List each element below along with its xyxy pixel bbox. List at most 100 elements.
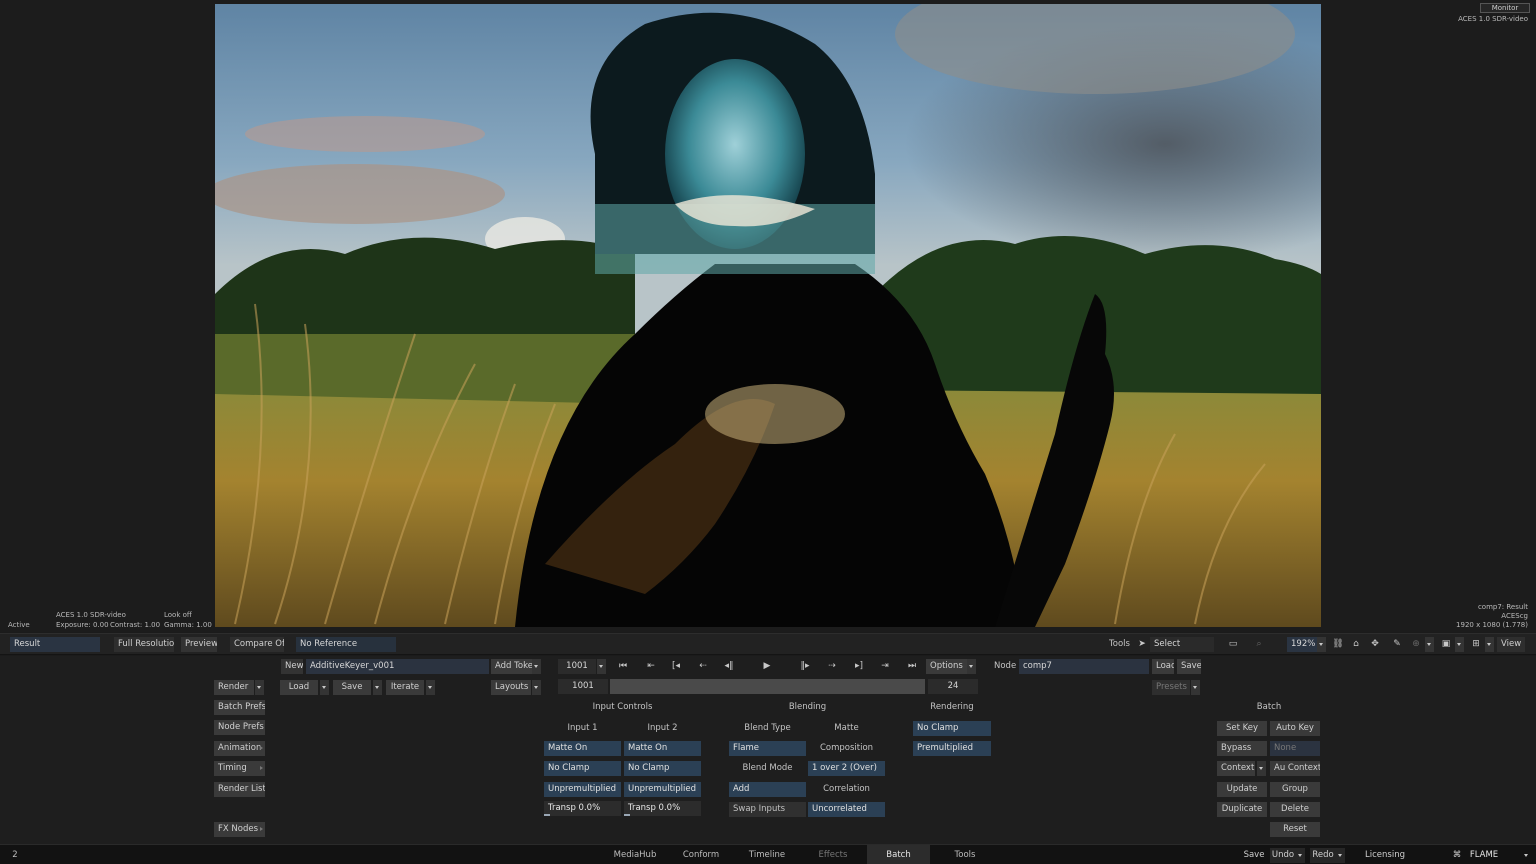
step-forward-icon[interactable]: ‖▸ [796, 659, 814, 674]
input1-clamp-button[interactable]: No Clamp [544, 761, 621, 776]
new-button[interactable]: New [281, 659, 303, 674]
duplicate-button[interactable]: Duplicate [1217, 802, 1267, 817]
mark-out-icon[interactable]: ▸] [850, 659, 868, 674]
mark-in-icon[interactable]: [◂ [667, 659, 685, 674]
render-button[interactable]: Render [214, 680, 254, 695]
display-dropdown[interactable] [1455, 637, 1464, 652]
tab-effects[interactable]: Effects [803, 848, 863, 863]
compare-button[interactable]: Compare Off [230, 637, 284, 652]
full-resolution-button[interactable]: Full Resolution [114, 637, 174, 652]
composite-image[interactable] [215, 4, 1321, 627]
timeline-scrubber[interactable] [610, 679, 925, 694]
reset-button[interactable]: Reset [1270, 822, 1320, 837]
input1-matte-button[interactable]: Matte On [544, 741, 621, 756]
tab-batch[interactable]: Batch [867, 845, 930, 864]
redo-button[interactable]: Redo [1310, 848, 1336, 863]
link-icon[interactable]: ⛓ [1331, 637, 1345, 652]
render-dropdown[interactable] [255, 680, 264, 695]
result-field[interactable]: Result [10, 637, 100, 652]
frame-field[interactable]: 1001 [558, 659, 596, 674]
redo-dropdown[interactable] [1336, 848, 1345, 863]
jump-forward-icon[interactable]: ⇢ [823, 659, 841, 674]
desktop-number[interactable]: 2 [8, 848, 22, 863]
magnifier-icon[interactable]: ⌕ [1252, 637, 1266, 652]
bypass-none-field[interactable]: None [1270, 741, 1320, 756]
go-to-out-icon[interactable]: ⏭ [903, 659, 921, 674]
licensing-button[interactable]: Licensing [1362, 848, 1408, 863]
go-to-in-icon[interactable]: ⏮ [614, 659, 632, 674]
batch-name-field[interactable]: AdditiveKeyer_v001 [306, 659, 489, 674]
flame-brand-label[interactable]: FLAME [1468, 848, 1500, 863]
node-load-button[interactable]: Load [1152, 659, 1174, 674]
preview-button[interactable]: Preview [181, 637, 217, 652]
blend-mode-field[interactable]: Add [729, 782, 806, 797]
undo-dropdown[interactable] [1296, 848, 1305, 863]
home-icon[interactable]: ⌂ [1349, 637, 1363, 652]
eyedropper-icon[interactable]: ✎ [1390, 637, 1404, 652]
zoom-field[interactable]: 192% [1287, 637, 1317, 652]
move-icon[interactable]: ✥ [1368, 637, 1382, 652]
render-clamp-button[interactable]: No Clamp [913, 721, 991, 736]
jump-back-icon[interactable]: ⇠ [694, 659, 712, 674]
matte-mode-field[interactable]: 1 over 2 (Over) [808, 761, 885, 776]
target-icon[interactable]: ⊕ [1409, 637, 1423, 652]
tab-mediahub[interactable]: MediaHub [605, 848, 665, 863]
input1-premult-button[interactable]: Unpremultiplied [544, 782, 621, 797]
add-view-icon[interactable]: ⊞ [1469, 637, 1483, 652]
options-dropdown[interactable] [967, 659, 976, 674]
set-in-icon[interactable]: ⇤ [642, 659, 660, 674]
bypass-button[interactable]: Bypass [1217, 741, 1267, 756]
add-token-button[interactable]: Add Token [491, 659, 533, 674]
timeline-frame-field[interactable]: 1001 [558, 679, 608, 694]
input1-transparency-field[interactable]: Transp 0.0% [544, 801, 621, 816]
blend-type-field[interactable]: Flame [729, 741, 806, 756]
batch-save-dropdown[interactable] [373, 680, 382, 695]
group-button[interactable]: Group [1270, 782, 1320, 797]
render-list-button[interactable]: Render List [214, 782, 265, 797]
set-out-icon[interactable]: ⇥ [876, 659, 894, 674]
node-save-button[interactable]: Save [1177, 659, 1201, 674]
tab-tools[interactable]: Tools [935, 848, 995, 863]
safe-frame-icon[interactable]: ▭ [1226, 637, 1240, 652]
step-back-icon[interactable]: ◂‖ [720, 659, 738, 674]
context-button[interactable]: Context [1217, 761, 1255, 776]
timing-button[interactable]: Timing [214, 761, 265, 776]
target-dropdown[interactable] [1425, 637, 1434, 652]
monitor-button[interactable]: Monitor [1480, 3, 1530, 13]
animation-button[interactable]: Animation [214, 741, 265, 756]
play-icon[interactable]: ▶ [758, 659, 776, 674]
reference-field[interactable]: No Reference [296, 637, 396, 652]
auto-key-button[interactable]: Auto Key [1270, 721, 1320, 736]
presets-button[interactable]: Presets [1152, 680, 1190, 695]
layouts-dropdown[interactable] [532, 680, 541, 695]
input2-transparency-field[interactable]: Transp 0.0% [624, 801, 701, 816]
frame-dropdown[interactable] [597, 659, 606, 674]
au-context-button[interactable]: Au Context [1270, 761, 1320, 776]
fps-field[interactable]: 24 [928, 679, 978, 694]
input2-premult-button[interactable]: Unpremultiplied [624, 782, 701, 797]
select-tool-field[interactable]: Select [1150, 637, 1214, 652]
iterate-dropdown[interactable] [426, 680, 435, 695]
add-token-dropdown[interactable] [532, 659, 541, 674]
brand-dropdown[interactable] [1522, 848, 1531, 863]
layouts-button[interactable]: Layouts [491, 680, 531, 695]
add-view-dropdown[interactable] [1485, 637, 1494, 652]
image-viewer[interactable]: Monitor ACES 1.0 SDR-video Active ACES 1… [0, 0, 1536, 632]
update-button[interactable]: Update [1217, 782, 1267, 797]
presets-dropdown[interactable] [1191, 680, 1200, 695]
view-button[interactable]: View [1497, 637, 1525, 652]
input2-clamp-button[interactable]: No Clamp [624, 761, 701, 776]
batch-save-button[interactable]: Save [333, 680, 371, 695]
pointer-icon[interactable]: ➤ [1136, 637, 1148, 652]
node-prefs-button[interactable]: Node Prefs [214, 720, 265, 735]
zoom-dropdown[interactable] [1317, 637, 1326, 652]
tab-timeline[interactable]: Timeline [737, 848, 797, 863]
delete-button[interactable]: Delete [1270, 802, 1320, 817]
fx-nodes-button[interactable]: FX Nodes [214, 822, 265, 837]
swap-inputs-button[interactable]: Swap Inputs [729, 802, 806, 817]
batch-prefs-button[interactable]: Batch Prefs [214, 700, 265, 715]
batch-load-dropdown[interactable] [320, 680, 329, 695]
iterate-button[interactable]: Iterate [386, 680, 424, 695]
options-button[interactable]: Options [926, 659, 968, 674]
render-premult-button[interactable]: Premultiplied [913, 741, 991, 756]
